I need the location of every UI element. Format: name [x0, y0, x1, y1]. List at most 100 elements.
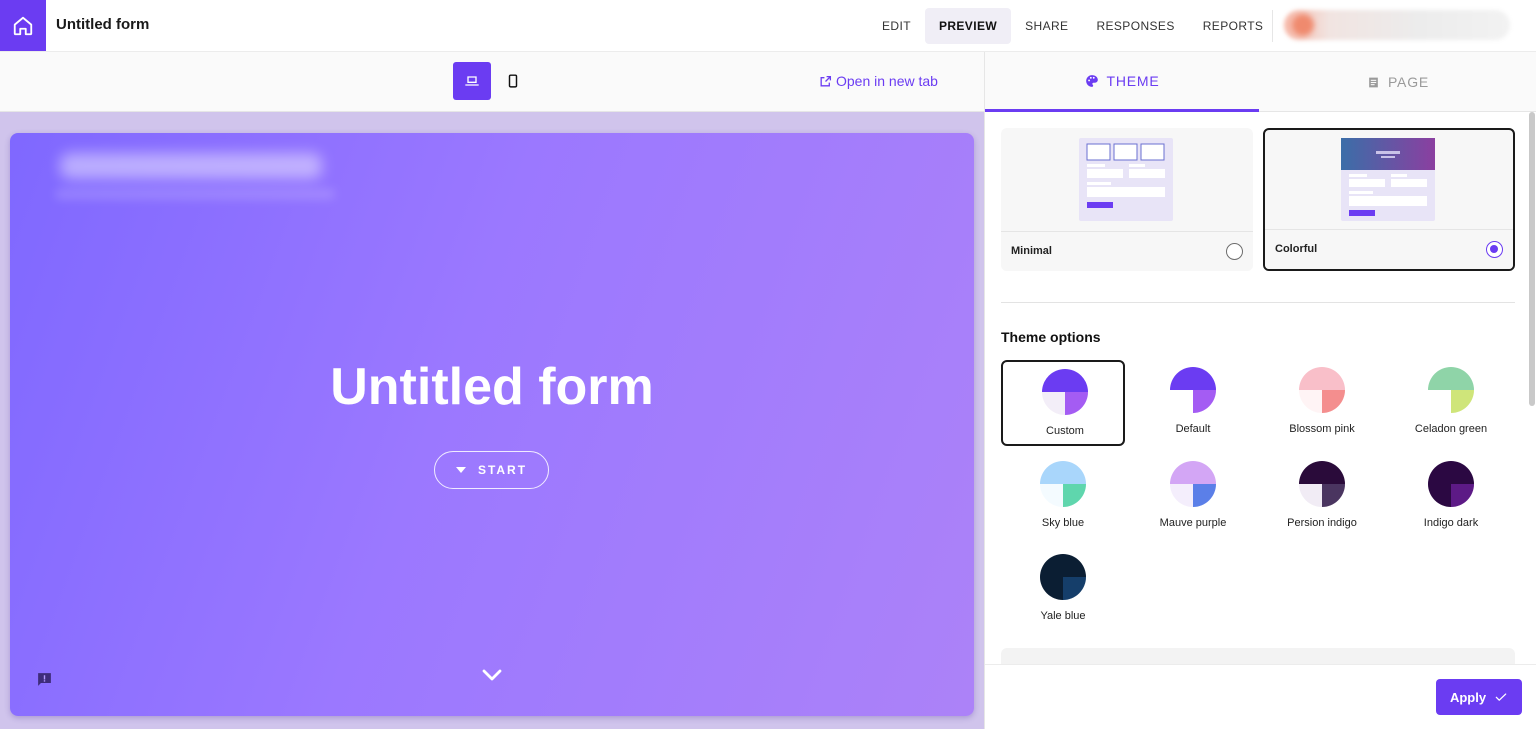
template-label-minimal: Minimal [1011, 245, 1052, 257]
swatch-segment [1428, 367, 1474, 390]
page-icon [1369, 77, 1378, 87]
swatch-segment [1040, 577, 1063, 600]
theme-option-label: Celadon green [1414, 423, 1488, 435]
theme-option-label: Custom [1046, 425, 1084, 437]
swatch-segment [1063, 484, 1086, 507]
theme-option-celadon-green[interactable]: Celadon green [1389, 360, 1513, 446]
preview-form-title: Untitled form [330, 358, 654, 416]
theme-swatch [1428, 461, 1474, 507]
smartphone-icon [508, 74, 518, 88]
theme-option-persion-indigo[interactable]: Persion indigo [1260, 454, 1384, 540]
swatch-segment [1299, 484, 1322, 507]
swatch-segment [1170, 367, 1216, 390]
theme-option-indigo-dark[interactable]: Indigo dark [1389, 454, 1513, 540]
check-icon [1495, 693, 1507, 701]
form-preview-card: Untitled form START [10, 133, 974, 716]
nav-reports[interactable]: REPORTS [1189, 8, 1278, 44]
swatch-segment [1451, 390, 1474, 413]
template-card-minimal[interactable]: Minimal [1001, 128, 1253, 271]
laptop-icon [465, 76, 479, 86]
avatar[interactable] [1292, 14, 1314, 36]
swatch-segment [1299, 461, 1345, 484]
main-nav: EDIT PREVIEW SHARE RESPONSES REPORTS [868, 8, 1277, 44]
theme-swatch [1042, 369, 1088, 415]
tab-theme-label: THEME [1106, 72, 1160, 89]
theme-settings-scroll[interactable]: Minimal Colorful Theme options Custom De… [985, 112, 1536, 664]
theme-option-label: Yale blue [1040, 610, 1086, 622]
theme-options-heading: Theme options [1001, 329, 1101, 345]
minimal-thumbnail [1079, 138, 1173, 221]
preview-toolbar: Open in new tab [0, 52, 984, 112]
next-section-card [1001, 648, 1515, 664]
swatch-segment [1170, 461, 1216, 484]
theme-swatch [1170, 367, 1216, 413]
swatch-segment [1170, 484, 1193, 507]
swatch-segment [1322, 484, 1345, 507]
theme-option-default[interactable]: Default [1131, 360, 1255, 446]
panel-footer: Apply [985, 664, 1536, 729]
panel-scrollbar[interactable] [1529, 112, 1535, 406]
nav-share[interactable]: SHARE [1011, 8, 1082, 44]
template-card-colorful[interactable]: Colorful [1263, 128, 1515, 271]
swatch-segment [1040, 554, 1086, 577]
theme-option-label: Blossom pink [1289, 423, 1355, 435]
theme-option-label: Default [1175, 423, 1211, 435]
tab-page-label: PAGE [1387, 74, 1430, 90]
theme-swatch [1299, 367, 1345, 413]
theme-option-blossom-pink[interactable]: Blossom pink [1260, 360, 1384, 446]
theme-swatch [1170, 461, 1216, 507]
apply-label: Apply [1449, 689, 1487, 705]
theme-option-sky-blue[interactable]: Sky blue [1001, 454, 1125, 540]
caret-down-icon [455, 467, 466, 473]
apply-button[interactable]: Apply [1436, 679, 1522, 715]
theme-swatch [1040, 554, 1086, 600]
feedback-icon [38, 673, 51, 686]
swatch-segment [1065, 392, 1088, 415]
panel-tabs: THEME PAGE [985, 52, 1536, 112]
template-radio-minimal[interactable] [1226, 243, 1243, 260]
nav-responses[interactable]: RESPONSES [1082, 8, 1188, 44]
account-menu[interactable] [1284, 10, 1510, 40]
template-radio-colorful[interactable] [1486, 241, 1503, 258]
swatch-segment [1193, 390, 1216, 413]
desktop-view-button[interactable] [453, 62, 491, 100]
open-in-new-tab-link[interactable]: Open in new tab [819, 73, 938, 89]
theme-option-label: Indigo dark [1423, 517, 1479, 529]
theme-option-label: Mauve purple [1159, 517, 1227, 529]
palette-icon [1085, 74, 1098, 87]
theme-option-mauve-purple[interactable]: Mauve purple [1131, 454, 1255, 540]
start-button[interactable]: START [434, 451, 549, 489]
swatch-segment [1042, 369, 1088, 392]
tab-theme[interactable]: THEME [985, 52, 1259, 112]
swatch-segment [1040, 461, 1086, 484]
blurred-logo [60, 153, 322, 179]
swatch-segment [1063, 577, 1086, 600]
form-title: Untitled form [56, 16, 150, 33]
blurred-subtitle [55, 189, 335, 199]
chevron-down-icon [482, 669, 502, 681]
top-header: Untitled form EDIT PREVIEW SHARE RESPONS… [0, 0, 1536, 52]
template-label-colorful: Colorful [1275, 243, 1318, 255]
start-label: START [477, 463, 528, 477]
nav-preview[interactable]: PREVIEW [924, 8, 1012, 44]
swatch-segment [1040, 484, 1063, 507]
theme-option-label: Sky blue [1041, 517, 1085, 529]
tab-page[interactable]: PAGE [1259, 52, 1536, 112]
template-footer: Colorful [1265, 229, 1513, 269]
theme-option-label: Persion indigo [1287, 517, 1357, 529]
mobile-view-button[interactable] [494, 62, 532, 100]
theme-swatch [1299, 461, 1345, 507]
nav-edit[interactable]: EDIT [868, 8, 925, 44]
scroll-down-button[interactable] [480, 663, 504, 692]
home-button[interactable] [0, 0, 46, 51]
swatch-segment [1299, 390, 1322, 413]
swatch-segment [1322, 390, 1345, 413]
template-footer: Minimal [1001, 231, 1253, 271]
theme-swatch [1040, 461, 1086, 507]
nav-divider [1272, 10, 1273, 42]
open-in-new-tab-label: Open in new tab [836, 73, 938, 89]
theme-option-custom[interactable]: Custom [1001, 360, 1125, 446]
feedback-button[interactable] [36, 671, 53, 693]
theme-option-yale-blue[interactable]: Yale blue [1001, 547, 1125, 633]
section-divider [1001, 302, 1515, 303]
